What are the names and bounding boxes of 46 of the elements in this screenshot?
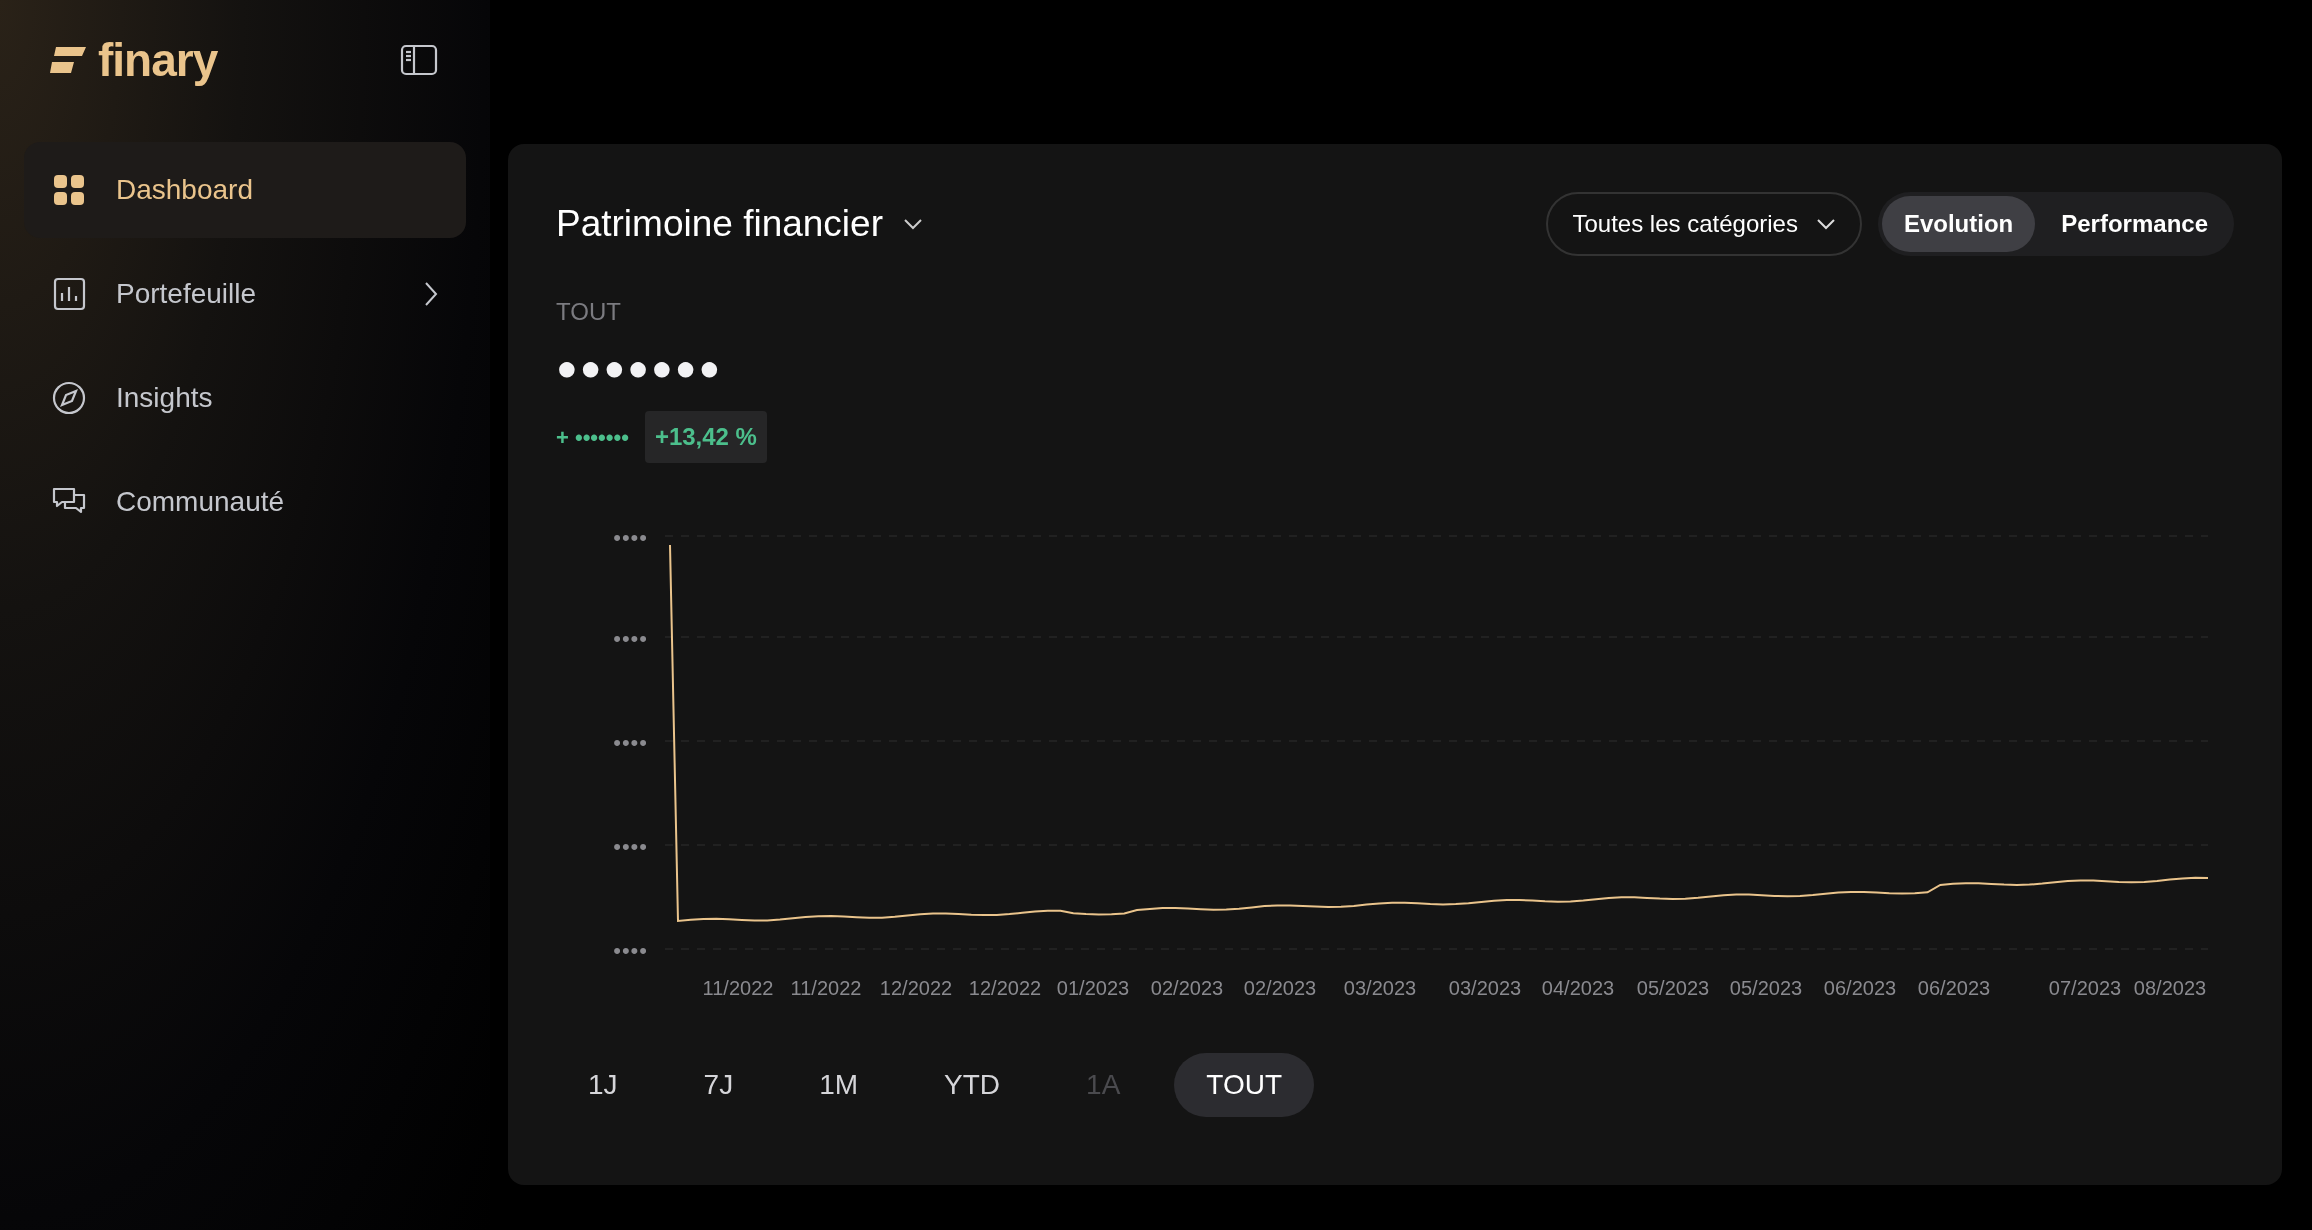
x-axis-label: 12/2022 [968, 977, 1042, 1000]
category-dropdown[interactable]: Toutes les catégories [1546, 192, 1862, 256]
x-axis-label: 08/2023 [2133, 977, 2207, 1000]
x-axis-label: 06/2023 [1823, 977, 1897, 1000]
period-tab[interactable]: TOUT [1174, 1053, 1314, 1118]
sidebar-item[interactable]: Portefeuille [24, 246, 466, 342]
sidebar-item[interactable]: Insights [24, 350, 466, 446]
sidebar-item[interactable]: Communauté [24, 454, 466, 550]
y-axis-label: •••• [613, 938, 648, 964]
view-tab[interactable]: Performance [2039, 196, 2230, 252]
x-axis-label: 06/2023 [1917, 977, 1991, 1000]
hidden-value: ●●●●●●● [556, 346, 724, 390]
x-axis-label: 04/2023 [1541, 977, 1615, 1000]
period-tab: 1A [1054, 1053, 1153, 1118]
period-tab[interactable]: 1J [556, 1053, 650, 1118]
logo-icon [50, 45, 88, 75]
y-axis-label: •••• [613, 525, 648, 551]
x-axis-label: 12/2022 [879, 977, 953, 1000]
period-tab[interactable]: YTD [912, 1053, 1033, 1118]
compass-icon [52, 381, 86, 415]
y-axis-label: •••• [613, 834, 648, 860]
change-percent: +13,42 % [644, 411, 767, 464]
period-tab[interactable]: 1M [787, 1053, 891, 1118]
change-amount: + ••••••• [556, 423, 629, 452]
period-tab[interactable]: 7J [671, 1053, 766, 1118]
sidebar-toggle-icon[interactable] [400, 44, 438, 76]
portfolio-selector[interactable]: Patrimoine financier [556, 196, 923, 252]
sidebar-item[interactable]: Dashboard [24, 142, 466, 238]
x-axis-label: 03/2023 [1343, 977, 1417, 1000]
grid-icon [52, 173, 86, 207]
chevron-down-icon [903, 218, 923, 230]
x-axis-label: 03/2023 [1448, 977, 1522, 1000]
x-axis-label: 01/2023 [1056, 977, 1130, 1000]
x-axis-label: 11/2022 [702, 977, 774, 1000]
y-axis-label: •••• [613, 730, 648, 756]
x-axis-label: 05/2023 [1729, 977, 1803, 1000]
x-axis-label: 02/2023 [1243, 977, 1317, 1000]
x-axis-label: 05/2023 [1636, 977, 1710, 1000]
x-axis-label: 11/2022 [790, 977, 862, 1000]
x-axis-label: 02/2023 [1150, 977, 1224, 1000]
bar-chart-icon [52, 277, 86, 311]
chevron-down-icon [1815, 218, 1836, 230]
period-label: TOUT [556, 297, 622, 327]
y-axis-label: •••• [613, 626, 648, 652]
view-tab[interactable]: Evolution [1881, 196, 2036, 252]
x-axis-label: 07/2023 [2048, 977, 2122, 1000]
